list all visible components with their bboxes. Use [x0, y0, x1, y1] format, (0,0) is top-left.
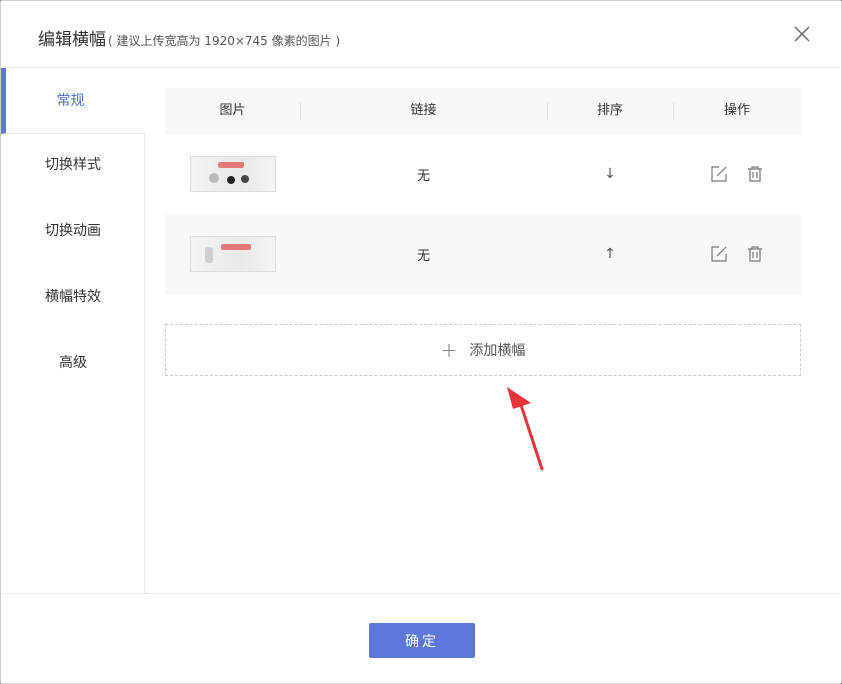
sidebar-item-banner-effects[interactable]: 横幅特效 — [1, 264, 145, 330]
image-cell — [165, 134, 300, 214]
dialog-footer: 确定 — [1, 593, 841, 684]
dialog-header: 编辑横幅( 建议上传宽高为 1920×745 像素的图片 ) — [1, 1, 841, 68]
add-banner-button[interactable]: + 添加横幅 — [165, 324, 801, 376]
dialog-title-text: 编辑横幅 — [38, 30, 106, 50]
link-cell: 无 — [416, 248, 430, 264]
banner-thumbnail[interactable] — [189, 236, 276, 272]
table-row: 无 ↓ — [165, 134, 801, 214]
sidebar-item-switch-style[interactable]: 切换样式 — [1, 132, 145, 198]
table-header: 图片 链接 排序 操作 — [165, 88, 801, 134]
close-icon[interactable] — [793, 25, 811, 43]
header-actions: 操作 — [723, 103, 750, 118]
trash-icon[interactable] — [744, 243, 766, 265]
arrow-down-icon[interactable]: ↓ — [604, 166, 616, 182]
sidebar-item-switch-animation[interactable]: 切换动画 — [1, 198, 145, 264]
table-row: 无 ↑ — [165, 214, 801, 294]
trash-icon[interactable] — [744, 163, 766, 185]
sidebar-divider — [144, 133, 145, 593]
sidebar-item-advanced[interactable]: 高级 — [1, 330, 145, 396]
sidebar: 常规 切换样式 切换动画 横幅特效 高级 — [1, 68, 145, 593]
edit-icon[interactable] — [708, 243, 730, 265]
header-link: 链接 — [410, 103, 437, 118]
add-banner-label: 添加横幅 — [469, 343, 526, 359]
image-cell — [165, 214, 300, 294]
banner-table: 图片 链接 排序 操作 无 ↓ 无 ↑ — [165, 88, 801, 294]
actions-cell — [673, 214, 801, 294]
edit-icon[interactable] — [708, 163, 730, 185]
confirm-button[interactable]: 确定 — [369, 623, 475, 658]
header-image: 图片 — [219, 103, 246, 118]
banner-thumbnail[interactable] — [189, 156, 276, 192]
link-cell: 无 — [416, 168, 430, 184]
header-sort: 排序 — [596, 103, 623, 118]
dialog-subtitle: ( 建议上传宽高为 1920×745 像素的图片 ) — [108, 34, 341, 48]
plus-icon: + — [440, 338, 458, 362]
sort-cell: ↑ — [547, 214, 673, 294]
actions-cell — [673, 134, 801, 214]
arrow-up-icon[interactable]: ↑ — [604, 246, 616, 262]
edit-banner-dialog: 编辑横幅( 建议上传宽高为 1920×745 像素的图片 ) 常规 切换样式 切… — [0, 0, 842, 684]
sort-cell: ↓ — [547, 134, 673, 214]
sidebar-item-general[interactable]: 常规 — [1, 68, 145, 134]
annotation-arrow-icon — [507, 387, 544, 471]
dialog-title: 编辑横幅( 建议上传宽高为 1920×745 像素的图片 ) — [38, 25, 340, 50]
